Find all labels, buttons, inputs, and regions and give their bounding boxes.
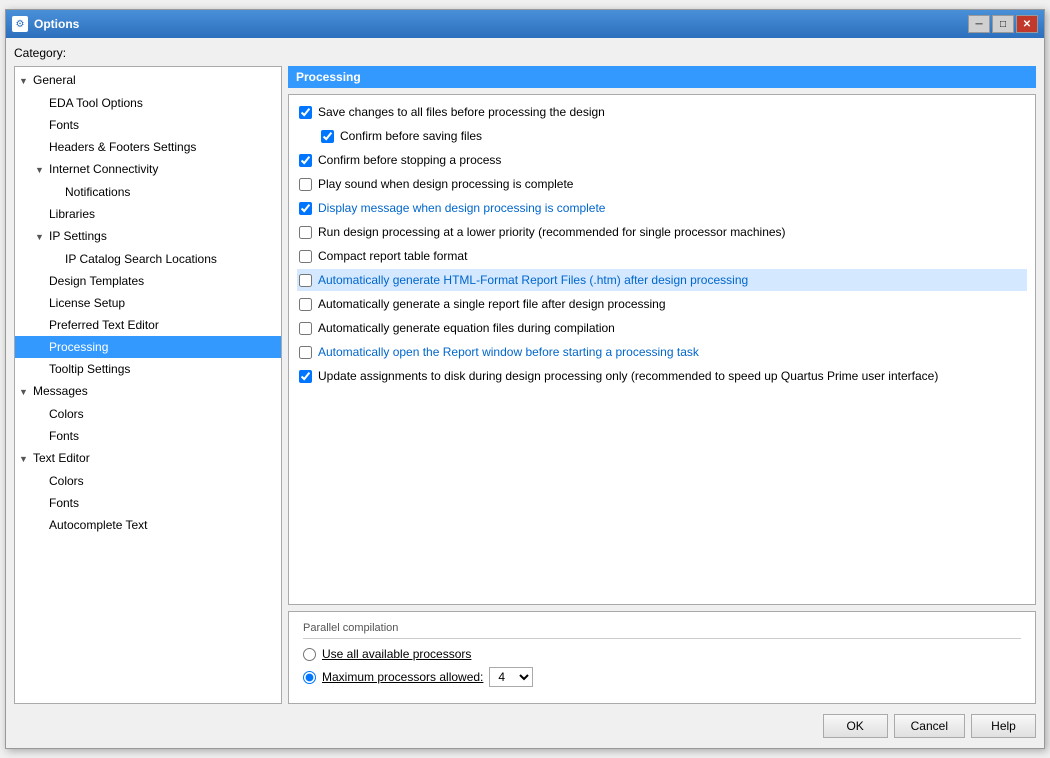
checkbox-lower-priority[interactable] [299, 226, 312, 239]
window-icon: ⚙ [12, 16, 28, 32]
label-save-before-processing: Save changes to all files before process… [318, 103, 605, 121]
checkbox-display-message[interactable] [299, 202, 312, 215]
max-processors-dropdown[interactable]: 1 2 3 4 8 16 [489, 667, 533, 687]
options-window: ⚙ Options ─ □ ✕ Category: ▼General EDA T… [5, 9, 1045, 749]
sidebar-item-colors-messages[interactable]: Colors [15, 403, 281, 425]
options-panel: Save changes to all files before process… [288, 94, 1036, 605]
sidebar-item-ip-settings[interactable]: ▼IP Settings [15, 225, 281, 248]
parallel-section: Parallel compilation Use all available p… [288, 611, 1036, 704]
radio-all-processors[interactable] [303, 648, 316, 661]
close-button[interactable]: ✕ [1016, 15, 1038, 33]
window-title: Options [34, 17, 79, 31]
option-row-lower-priority: Run design processing at a lower priorit… [297, 221, 1027, 243]
help-button[interactable]: Help [971, 714, 1036, 738]
checkbox-save-before-processing[interactable] [299, 106, 312, 119]
sidebar-item-notifications[interactable]: Notifications [15, 181, 281, 203]
sidebar-item-tooltip-settings[interactable]: Tooltip Settings [15, 358, 281, 380]
radio-row-max-processors: Maximum processors allowed: 1 2 3 4 8 16 [303, 667, 1021, 687]
checkbox-auto-open-report[interactable] [299, 346, 312, 359]
option-row-play-sound: Play sound when design processing is com… [297, 173, 1027, 195]
option-row-update-assignments: Update assignments to disk during design… [297, 365, 1027, 387]
sidebar-item-fonts-text-editor[interactable]: Fonts [15, 492, 281, 514]
checkbox-confirm-stop[interactable] [299, 154, 312, 167]
sidebar-tree[interactable]: ▼General EDA Tool Options Fonts Headers … [14, 66, 282, 704]
category-label: Category: [14, 46, 1036, 60]
ok-button[interactable]: OK [823, 714, 888, 738]
sidebar-item-text-editor[interactable]: ▼Text Editor [15, 447, 281, 470]
radio-row-all-processors: Use all available processors [303, 647, 1021, 661]
sidebar-item-preferred-text-editor[interactable]: Preferred Text Editor [15, 314, 281, 336]
option-row-auto-single-report: Automatically generate a single report f… [297, 293, 1027, 315]
expand-icon-messages: ▼ [19, 383, 31, 401]
sidebar-item-internet-connectivity[interactable]: ▼Internet Connectivity [15, 158, 281, 181]
sidebar-item-headers-footers[interactable]: Headers & Footers Settings [15, 136, 281, 158]
right-panel: Processing Save changes to all files bef… [288, 66, 1036, 704]
checkbox-play-sound[interactable] [299, 178, 312, 191]
cancel-button[interactable]: Cancel [894, 714, 965, 738]
sidebar-item-fonts-general[interactable]: Fonts [15, 114, 281, 136]
option-row-display-message: Display message when design processing i… [297, 197, 1027, 219]
label-update-assignments: Update assignments to disk during design… [318, 367, 938, 385]
checkbox-confirm-saving[interactable] [321, 130, 334, 143]
label-lower-priority: Run design processing at a lower priorit… [318, 223, 786, 241]
sidebar-item-fonts-messages[interactable]: Fonts [15, 425, 281, 447]
sidebar-item-license-setup[interactable]: License Setup [15, 292, 281, 314]
sidebar-item-ip-catalog-search[interactable]: IP Catalog Search Locations [15, 248, 281, 270]
sidebar-item-libraries[interactable]: Libraries [15, 203, 281, 225]
window-content: Category: ▼General EDA Tool Options Font… [6, 38, 1044, 748]
label-confirm-saving: Confirm before saving files [340, 127, 482, 145]
radio-max-processors[interactable] [303, 671, 316, 684]
option-row-auto-html: Automatically generate HTML-Format Repor… [297, 269, 1027, 291]
sidebar-item-autocomplete-text[interactable]: Autocomplete Text [15, 514, 281, 536]
sidebar-item-processing[interactable]: Processing [15, 336, 281, 358]
panel-header: Processing [288, 66, 1036, 88]
sidebar-item-colors-text-editor[interactable]: Colors [15, 470, 281, 492]
expand-icon-internet: ▼ [35, 161, 47, 179]
maximize-button[interactable]: □ [992, 15, 1014, 33]
sidebar-item-eda-tool-options[interactable]: EDA Tool Options [15, 92, 281, 114]
checkbox-auto-html[interactable] [299, 274, 312, 287]
sidebar-item-messages[interactable]: ▼Messages [15, 380, 281, 403]
label-play-sound: Play sound when design processing is com… [318, 175, 573, 193]
bottom-bar: OK Cancel Help [14, 710, 1036, 740]
label-display-message: Display message when design processing i… [318, 199, 605, 217]
main-area: ▼General EDA Tool Options Fonts Headers … [14, 66, 1036, 704]
checkbox-compact-report[interactable] [299, 250, 312, 263]
parallel-title: Parallel compilation [303, 622, 1021, 639]
minimize-button[interactable]: ─ [968, 15, 990, 33]
title-buttons: ─ □ ✕ [968, 15, 1038, 33]
checkbox-update-assignments[interactable] [299, 370, 312, 383]
expand-icon-ip: ▼ [35, 228, 47, 246]
option-row-auto-equation: Automatically generate equation files du… [297, 317, 1027, 339]
option-row-confirm-stop: Confirm before stopping a process [297, 149, 1027, 171]
sidebar-item-general[interactable]: ▼General [15, 69, 281, 92]
title-bar-left: ⚙ Options [12, 16, 79, 32]
label-auto-open-report: Automatically open the Report window bef… [318, 343, 699, 361]
checkbox-auto-equation[interactable] [299, 322, 312, 335]
label-confirm-stop: Confirm before stopping a process [318, 151, 501, 169]
sidebar-item-design-templates[interactable]: Design Templates [15, 270, 281, 292]
label-auto-single-report: Automatically generate a single report f… [318, 295, 666, 313]
expand-icon-general: ▼ [19, 72, 31, 90]
title-bar: ⚙ Options ─ □ ✕ [6, 10, 1044, 38]
option-row-compact-report: Compact report table format [297, 245, 1027, 267]
checkbox-auto-single-report[interactable] [299, 298, 312, 311]
label-auto-html: Automatically generate HTML-Format Repor… [318, 271, 748, 289]
option-row-save-before-processing: Save changes to all files before process… [297, 101, 1027, 123]
label-auto-equation: Automatically generate equation files du… [318, 319, 615, 337]
option-row-confirm-saving: Confirm before saving files [297, 125, 1027, 147]
expand-icon-text-editor: ▼ [19, 450, 31, 468]
label-compact-report: Compact report table format [318, 247, 467, 265]
label-max-processors: Maximum processors allowed: [322, 670, 483, 684]
option-row-auto-open-report: Automatically open the Report window bef… [297, 341, 1027, 363]
label-all-processors: Use all available processors [322, 647, 471, 661]
